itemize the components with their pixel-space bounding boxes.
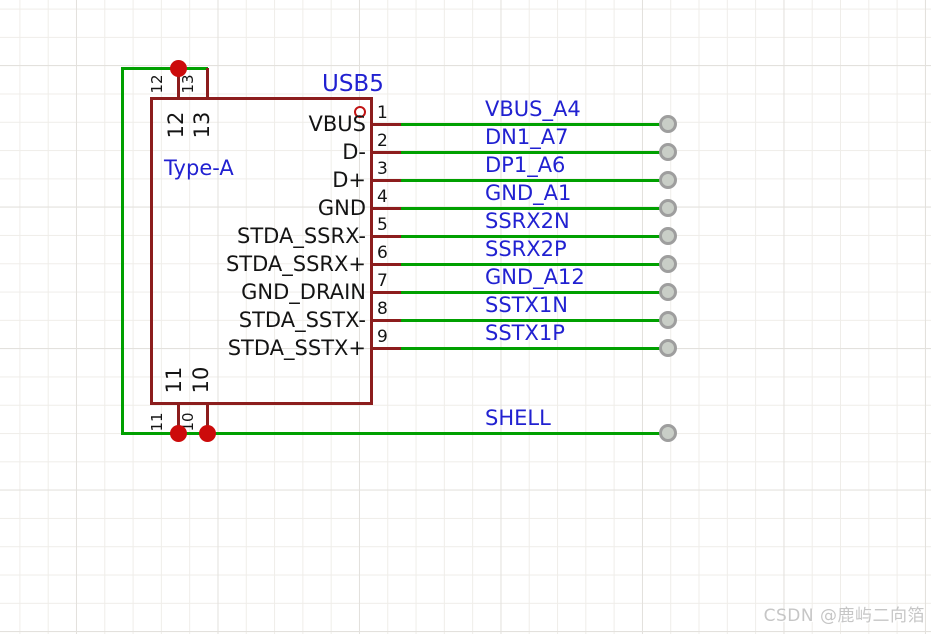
pin-name-label: 12 (164, 111, 188, 139)
terminal-dot[interactable] (659, 226, 677, 245)
net-label[interactable]: GND_A1 (485, 182, 571, 204)
junction-dot (169, 59, 187, 77)
terminal-dot[interactable] (659, 254, 677, 273)
pin-name-label: STDA_SSTX- (238, 308, 366, 332)
pin-name-label: STDA_SSRX- (237, 224, 366, 248)
net-label[interactable]: GND_A12 (485, 266, 585, 288)
pin-number-label: 4 (377, 187, 388, 207)
pin-name-label: GND (317, 196, 366, 220)
terminal-dot[interactable] (659, 170, 677, 189)
net-label[interactable]: VBUS_A4 (485, 98, 581, 120)
pin-name-label: STDA_SSRX+ (225, 252, 366, 276)
terminal-dot[interactable] (659, 282, 677, 301)
terminal-dot[interactable] (659, 114, 677, 133)
refdes-label[interactable]: USB5 (322, 71, 384, 97)
pin-number-label: 12 (148, 74, 166, 94)
pin-name-label: 10 (189, 366, 213, 394)
pin-number-label: 13 (179, 74, 197, 94)
terminal-dot[interactable] (659, 423, 677, 442)
pin-name-label: 11 (162, 366, 186, 394)
pin-number-label: 9 (377, 327, 388, 347)
net-label[interactable]: SSTX1P (485, 322, 565, 344)
pin-number-label: 1 (377, 103, 388, 123)
pin-name-label: D- (342, 140, 366, 164)
pin-number-label: 6 (377, 243, 388, 263)
pin-number-label: 11 (148, 412, 166, 432)
pin-number-label: 8 (377, 299, 388, 319)
net-label[interactable]: SSRX2N (485, 210, 570, 232)
junction-dot (169, 424, 187, 442)
terminal-dot[interactable] (659, 142, 677, 161)
wire-top[interactable] (121, 66, 208, 70)
net-label[interactable]: DN1_A7 (485, 126, 568, 148)
terminal-dot[interactable] (659, 310, 677, 329)
pin-number-label: 5 (377, 215, 388, 235)
wire[interactable] (401, 346, 663, 350)
pin-number-label: 2 (377, 131, 388, 151)
watermark: CSDN @鹿屿二向箔 (763, 606, 925, 626)
pin-number-label: 3 (377, 159, 388, 179)
pin-number-label: 7 (377, 271, 388, 291)
pin-name-label: 13 (190, 111, 214, 139)
wire-left[interactable] (120, 66, 124, 435)
terminal-dot[interactable] (659, 338, 677, 357)
pin-name-label: GND_DRAIN (241, 280, 366, 304)
pin-name-label: VBUS (308, 112, 366, 136)
pin-name-label: STDA_SSTX+ (227, 336, 366, 360)
junction-dot (198, 424, 216, 442)
pin-name-label: D+ (332, 168, 366, 192)
pin-stub-13[interactable] (205, 68, 209, 97)
schematic-canvas[interactable]: USB5 Type-A 12 13 12 13 11 10 11 10 VBUS… (0, 0, 931, 634)
terminal-dot[interactable] (659, 198, 677, 217)
value-label[interactable]: Type-A (164, 156, 234, 180)
net-label-shell[interactable]: SHELL (485, 407, 551, 429)
net-label[interactable]: SSTX1N (485, 294, 568, 316)
net-label[interactable]: DP1_A6 (485, 154, 565, 176)
net-label[interactable]: SSRX2P (485, 238, 567, 260)
